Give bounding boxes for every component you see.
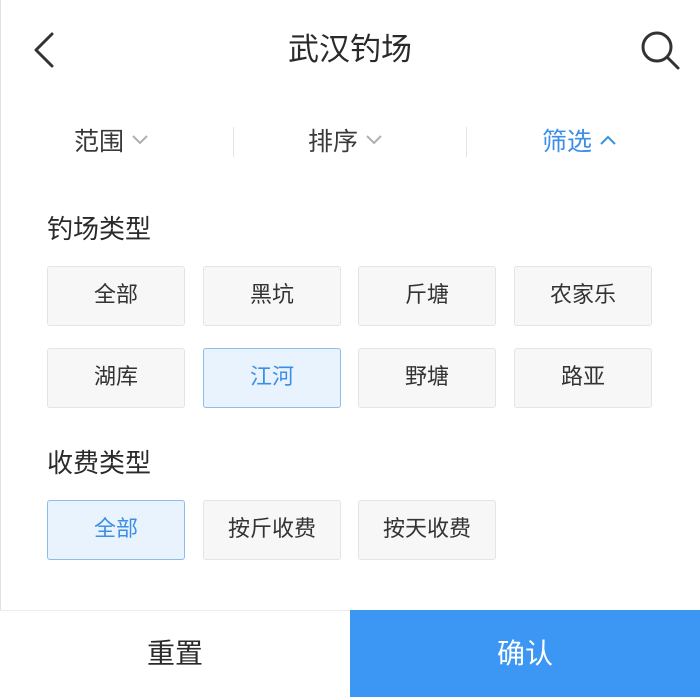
filter-bar: 范围 排序 筛选 [0, 112, 700, 172]
search-icon [641, 31, 680, 70]
chevron-down-icon [132, 135, 148, 145]
venue-type-option[interactable]: 斤塘 [358, 266, 496, 326]
venue-type-title: 钓场类型 [47, 215, 152, 245]
venue-type-option[interactable]: 野塘 [358, 348, 496, 408]
fee-type-option[interactable]: 按天收费 [358, 500, 496, 560]
filter-range-label: 范围 [74, 127, 125, 156]
reset-button[interactable]: 重置 [0, 611, 350, 697]
venue-type-option[interactable]: 路亚 [514, 348, 652, 408]
fee-type-title: 收费类型 [47, 449, 152, 479]
filter-sort-tab[interactable]: 排序 [308, 112, 382, 172]
fee-type-option-selected[interactable]: 全部 [47, 500, 185, 560]
venue-type-option[interactable]: 湖库 [47, 348, 185, 408]
left-edge-divider [0, 0, 1, 697]
venue-type-option[interactable]: 农家乐 [514, 266, 652, 326]
page-title: 武汉钓场 [288, 32, 412, 68]
fee-type-option[interactable]: 按斤收费 [203, 500, 341, 560]
filter-range-tab[interactable]: 范围 [74, 112, 148, 172]
filter-separator [233, 127, 234, 157]
search-button[interactable] [638, 28, 682, 72]
venue-type-option-selected[interactable]: 江河 [203, 348, 341, 408]
chevron-up-icon [600, 135, 616, 145]
filter-filter-label: 筛选 [542, 127, 593, 156]
header: 武汉钓场 [0, 0, 700, 100]
chevron-down-icon [366, 135, 382, 145]
filter-filter-tab[interactable]: 筛选 [542, 112, 616, 172]
filter-separator [466, 127, 467, 157]
filter-sort-label: 排序 [308, 127, 359, 156]
confirm-button[interactable]: 确认 [350, 610, 700, 697]
venue-type-option[interactable]: 黑坑 [203, 266, 341, 326]
bottom-action-bar: 重置 确认 [0, 610, 700, 697]
venue-type-option[interactable]: 全部 [47, 266, 185, 326]
